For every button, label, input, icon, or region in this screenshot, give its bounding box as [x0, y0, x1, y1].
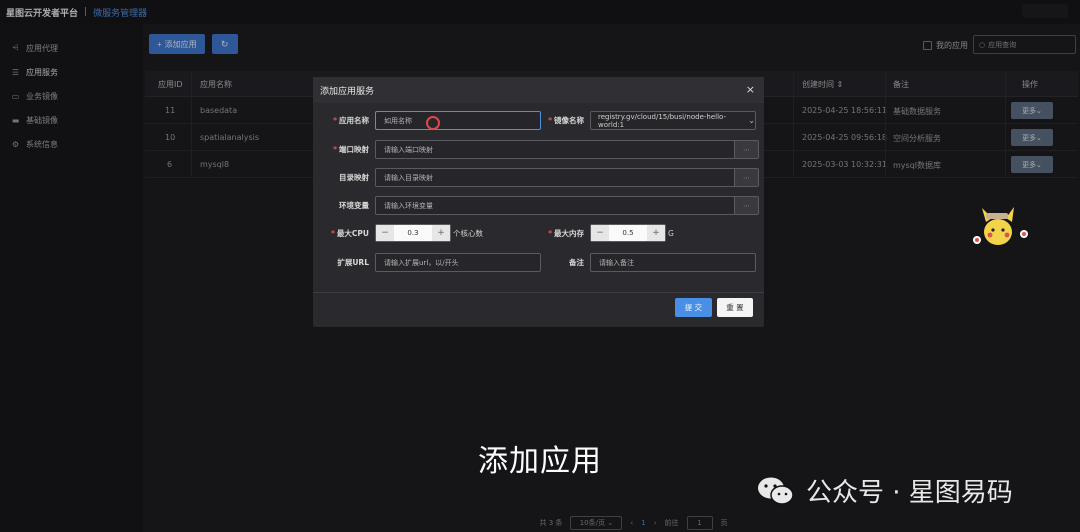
- ext-url-field[interactable]: 请输入扩展url，以/开头: [375, 253, 541, 272]
- chevron-down-icon: ⌄: [748, 116, 755, 125]
- close-icon[interactable]: ×: [746, 83, 755, 96]
- env-vars-dropdown[interactable]: ⋯: [734, 197, 758, 214]
- ext-url-row: 扩展URL 请输入扩展url，以/开头: [323, 253, 541, 272]
- max-cpu-row: * 最大CPU − 0.3 + 个核心数: [323, 224, 483, 242]
- memory-value[interactable]: 0.5: [609, 225, 647, 241]
- dir-mapping-field[interactable]: 请输入目录映射 ⋯: [375, 168, 759, 187]
- env-vars-field[interactable]: 请输入环境变量 ⋯: [375, 196, 759, 215]
- max-memory-label: * 最大内存: [548, 228, 584, 238]
- ext-url-label: 扩展URL: [337, 258, 369, 267]
- env-vars-label: 环境变量: [339, 201, 369, 210]
- cpu-unit: 个核心数: [453, 228, 483, 238]
- image-name-value: registry.gv/cloud/15/busi/node-hello-wor…: [598, 112, 726, 129]
- port-mapping-label: * 端口映射: [333, 145, 369, 154]
- env-vars-row: 环境变量 请输入环境变量 ⋯: [323, 196, 759, 215]
- ext-url-placeholder: 请输入扩展url，以/开头: [384, 258, 459, 267]
- cpu-stepper: − 0.3 +: [375, 224, 451, 242]
- watermark: 公众号 · 星图易码: [756, 472, 1013, 509]
- memory-unit: G: [668, 228, 674, 238]
- memory-decrement-button[interactable]: −: [591, 225, 609, 241]
- cpu-decrement-button[interactable]: −: [376, 225, 394, 241]
- dir-mapping-dropdown[interactable]: ⋯: [734, 169, 758, 186]
- port-mapping-field[interactable]: 请输入端口映射 ⋯: [375, 140, 759, 159]
- dir-mapping-placeholder: 请输入目录映射: [384, 173, 433, 182]
- image-name-label: * 镜像名称: [548, 116, 584, 125]
- dir-mapping-row: 目录映射 请输入目录映射 ⋯: [323, 168, 759, 187]
- port-mapping-placeholder: 请输入端口映射: [384, 145, 433, 154]
- watermark-text: 公众号 · 星图易码: [806, 478, 1013, 508]
- remark-placeholder: 请输入备注: [599, 258, 634, 267]
- memory-increment-button[interactable]: +: [647, 225, 665, 241]
- wechat-icon: [758, 477, 794, 505]
- port-mapping-dropdown[interactable]: ⋯: [734, 141, 758, 158]
- dialog-title: 添加应用服务: [320, 86, 375, 97]
- app-window: 星图云开发者平台 | 微服务管理器 ⩤ 应用代理 ☰ 应用服务 ▭ 业务镜像 ▬…: [0, 0, 1080, 532]
- port-mapping-row: * 端口映射 请输入端口映射 ⋯: [323, 140, 759, 159]
- cpu-value[interactable]: 0.3: [394, 225, 432, 241]
- remark-row: 备注 请输入备注: [540, 253, 756, 272]
- remark-field[interactable]: 请输入备注: [590, 253, 756, 272]
- mascot-sticker: [973, 207, 1028, 245]
- dialog-footer: 提 交 重 置: [313, 292, 764, 327]
- env-vars-placeholder: 请输入环境变量: [384, 201, 433, 210]
- memory-stepper: − 0.5 +: [590, 224, 666, 242]
- image-name-row: * 镜像名称 registry.gv/cloud/15/busi/node-hel…: [540, 111, 756, 130]
- add-app-service-dialog: 添加应用服务 × * 应用名称 如用名称 * 镜像名称 registry.gv/cl…: [313, 77, 764, 327]
- submit-button[interactable]: 提 交: [675, 298, 712, 317]
- app-name-label: * 应用名称: [333, 116, 369, 125]
- dialog-header: 添加应用服务 ×: [313, 77, 764, 103]
- remark-label: 备注: [569, 258, 584, 267]
- app-name-field[interactable]: 如用名称: [375, 111, 541, 130]
- reset-button[interactable]: 重 置: [717, 298, 753, 317]
- cpu-increment-button[interactable]: +: [432, 225, 450, 241]
- max-cpu-label: * 最大CPU: [330, 228, 369, 238]
- image-name-select[interactable]: registry.gv/cloud/15/busi/node-hello-wor…: [590, 111, 756, 130]
- mouse-cursor-indicator: [426, 116, 440, 130]
- dir-mapping-label: 目录映射: [339, 173, 369, 182]
- app-name-value: 如用名称: [384, 116, 412, 125]
- max-memory-row: * 最大内存 − 0.5 + G: [540, 224, 674, 242]
